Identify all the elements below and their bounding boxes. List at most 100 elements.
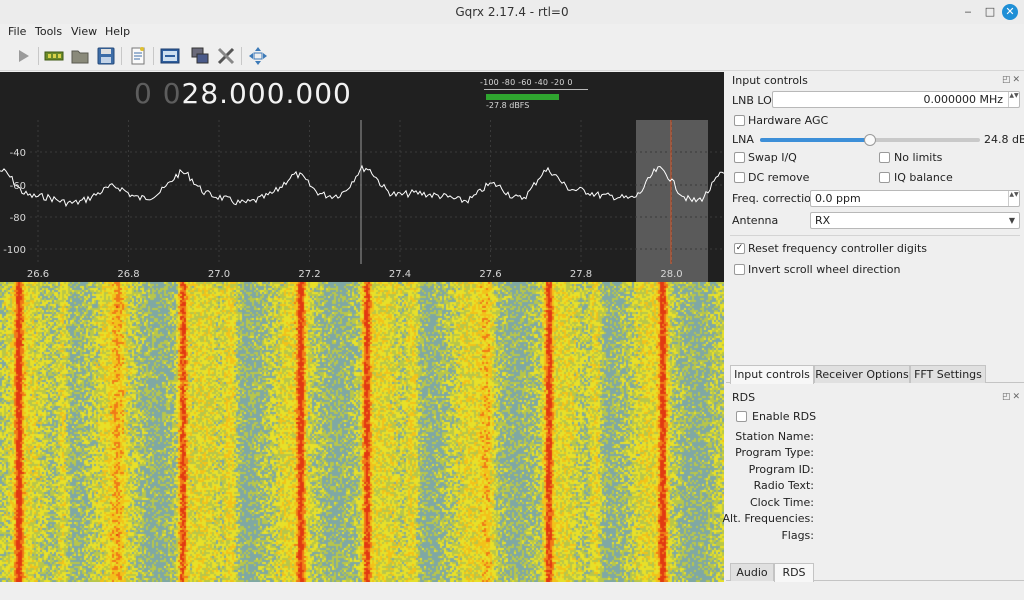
dock-float-close-icons[interactable]: ◰✕: [1002, 75, 1024, 85]
configure-io-icon[interactable]: [159, 45, 181, 67]
minimize-button[interactable]: ‒: [960, 4, 976, 20]
enable-rds-checkbox[interactable]: [736, 411, 747, 422]
rds-station-name-label: Station Name:: [735, 430, 814, 443]
iq-balance-checkbox[interactable]: [879, 172, 890, 183]
tab-audio[interactable]: Audio: [730, 563, 774, 581]
lna-value: 24.8 dB: [984, 133, 1024, 146]
freq-correction-label: Freq. correction: [732, 192, 818, 205]
toolbar-separator: [153, 47, 154, 65]
y-tick-label: -80: [10, 213, 26, 224]
frequency-leading-digits[interactable]: 0 0: [134, 77, 182, 110]
bottom-tab-bar: Audio RDS: [726, 563, 1024, 582]
iq-balance-label: IQ balance: [894, 171, 953, 184]
reset-digits-checkbox[interactable]: ✓: [734, 243, 745, 254]
hardware-icon[interactable]: [43, 45, 65, 67]
input-controls-title: Input controls: [732, 74, 808, 87]
no-limits-checkbox[interactable]: [879, 152, 890, 163]
lna-slider[interactable]: [760, 134, 980, 146]
toolbar-separator: [121, 47, 122, 65]
rds-dock-icons[interactable]: ◰✕: [1002, 392, 1024, 402]
tab-rds[interactable]: RDS: [774, 563, 814, 582]
network-icon[interactable]: [189, 45, 211, 67]
x-tick-label: 28.0: [660, 269, 682, 280]
freq-correction-value: 0.0 ppm: [815, 192, 861, 205]
no-limits-label: No limits: [894, 151, 943, 164]
rds-radio-text-label: Radio Text:: [753, 479, 814, 492]
meter-ticks: [484, 89, 588, 93]
rds-title: RDS: [732, 391, 756, 404]
antenna-label: Antenna: [732, 214, 779, 227]
meter-scale: -100 -80 -60 -40 -20 0: [480, 78, 573, 87]
swap-iq-checkbox[interactable]: [734, 152, 745, 163]
play-icon[interactable]: [12, 45, 34, 67]
checkmark-icon: ✓: [735, 243, 744, 253]
menu-help[interactable]: Help: [105, 25, 130, 38]
dc-remove-label: DC remove: [748, 171, 810, 184]
meter-level-bar: [486, 94, 560, 100]
rds-alt-frequencies-label: Alt. Frequencies:: [722, 512, 814, 525]
close-button[interactable]: ✕: [1002, 4, 1018, 20]
enable-rds-label: Enable RDS: [752, 410, 817, 423]
tab-input-controls[interactable]: Input controls: [730, 365, 814, 384]
rds-flags-label: Flags:: [781, 529, 814, 542]
y-tick-label: -40: [10, 148, 26, 159]
tab-receiver-options[interactable]: Receiver Options: [814, 365, 910, 383]
menu-view[interactable]: View: [71, 25, 97, 38]
lnb-lo-spin-icon[interactable]: ▲▼: [1008, 92, 1019, 107]
menu-file[interactable]: File: [8, 25, 26, 38]
toolbar: [0, 42, 1024, 71]
dc-remove-checkbox[interactable]: [734, 172, 745, 183]
swap-iq-label: Swap I/Q: [748, 151, 797, 164]
rds-clock-time-label: Clock Time:: [749, 496, 814, 509]
toolbar-separator: [38, 47, 39, 65]
status-bar: [0, 584, 1024, 600]
invert-scroll-checkbox[interactable]: [734, 264, 745, 275]
gqrx-window: Gqrx 2.17.4 - rtl=0 ‒ □ ✕ File Tools Vie…: [0, 0, 1024, 600]
signal-meter: -100 -80 -60 -40 -20 0 -27.8 dBFS: [476, 78, 594, 114]
antenna-select[interactable]: RX ▼: [810, 212, 1020, 229]
spectrum-trace: [0, 164, 724, 208]
rds-program-id-label: Program ID:: [748, 463, 814, 476]
x-tick-label: 27.6: [479, 269, 501, 280]
right-dock: Input controls ◰✕ LNB LO 0.000000 MHz ▲▼…: [722, 72, 1024, 584]
fullscreen-icon[interactable]: [247, 45, 269, 67]
tools-icon[interactable]: [215, 45, 237, 67]
invert-scroll-label: Invert scroll wheel direction: [748, 263, 901, 276]
divider: [730, 235, 1020, 236]
open-folder-icon[interactable]: [69, 45, 91, 67]
maximize-button[interactable]: □: [982, 4, 998, 20]
tab-fft-settings[interactable]: FFT Settings: [910, 365, 986, 383]
frequency-display[interactable]: 0 028.000.000: [134, 77, 352, 113]
window-title: Gqrx 2.17.4 - rtl=0: [455, 5, 569, 19]
waterfall-display[interactable]: [0, 282, 724, 582]
freq-correction-spin-icon[interactable]: ▲▼: [1008, 191, 1019, 206]
frequency-value[interactable]: 28.000.000: [182, 77, 352, 110]
x-tick-label: 27.2: [298, 269, 320, 280]
menu-tools[interactable]: Tools: [35, 25, 62, 38]
x-tick-label: 26.8: [117, 269, 139, 280]
toolbar-separator: [241, 47, 242, 65]
x-tick-label: 26.6: [27, 269, 49, 280]
reset-digits-label: Reset frequency controller digits: [748, 242, 927, 255]
spectrum-canvas[interactable]: -40 -60 -80 -100 26.6 26.8 27.0 27.2 27.4 27.6 27…: [0, 72, 724, 282]
save-icon[interactable]: [95, 45, 117, 67]
title-bar: Gqrx 2.17.4 - rtl=0 ‒ □ ✕: [0, 0, 1024, 24]
spectrum-plotter[interactable]: -40 -60 -80 -100 26.6 26.8 27.0 27.2 27.4 27.6 27…: [0, 72, 724, 282]
lna-label: LNA: [732, 133, 754, 146]
x-tick-label: 27.4: [389, 269, 411, 280]
hardware-agc-label: Hardware AGC: [748, 114, 829, 127]
x-tick-label: 27.8: [570, 269, 592, 280]
lna-slider-fill: [760, 138, 870, 142]
meter-value: -27.8 dBFS: [486, 101, 530, 110]
note-icon[interactable]: [127, 45, 149, 67]
x-tick-label: 27.0: [208, 269, 230, 280]
x-axis-labels: 26.6 26.8 27.0 27.2 27.4 27.6 27.8 28.0: [27, 269, 683, 280]
input-tab-bar: Input controls Receiver Options FFT Sett…: [726, 365, 1024, 384]
lnb-lo-value: 0.000000 MHz: [923, 93, 1003, 106]
hardware-agc-checkbox[interactable]: [734, 115, 745, 126]
lnb-lo-field[interactable]: 0.000000 MHz ▲▼: [772, 91, 1020, 108]
lna-slider-handle[interactable]: [864, 134, 876, 146]
horizontal-grid: [30, 151, 724, 250]
freq-correction-field[interactable]: 0.0 ppm ▲▼: [810, 190, 1020, 207]
chevron-down-icon: ▼: [1008, 216, 1015, 225]
